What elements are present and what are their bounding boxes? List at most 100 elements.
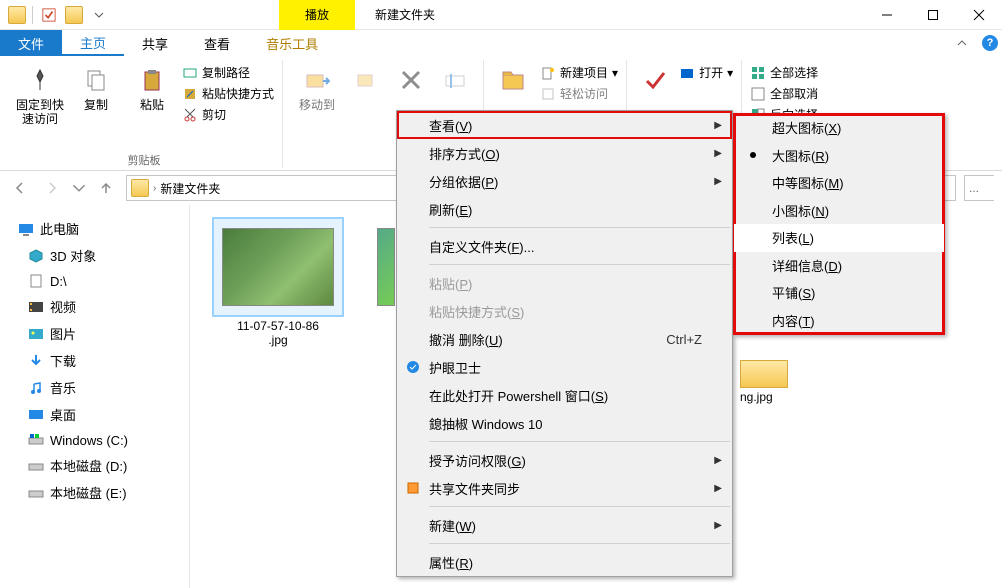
ctx-group[interactable]: 分组依据(P)▶ (397, 167, 732, 195)
submenu-small-icons[interactable]: 小图标(N) (734, 197, 944, 225)
tree-windows-c[interactable]: Windows (C:) (0, 428, 189, 452)
copy-path-button[interactable]: 复制路径 (182, 64, 274, 81)
easy-access-button[interactable]: 轻松访问 (540, 85, 618, 102)
select-none-button[interactable]: 全部取消 (750, 85, 818, 102)
submenu-tiles[interactable]: 平铺(S) (734, 279, 944, 307)
download-icon (28, 353, 44, 369)
tree-desktop[interactable]: 桌面 (0, 401, 189, 428)
submenu-details[interactable]: 详细信息(D) (734, 252, 944, 280)
sync-icon (405, 480, 421, 496)
chevron-right-icon[interactable]: › (153, 183, 156, 194)
forward-button[interactable] (40, 176, 64, 200)
ctx-powershell[interactable]: 在此处打开 Powershell 窗口(S) (397, 381, 732, 409)
copy-icon (82, 66, 110, 94)
submenu-extra-large-icons[interactable]: 超大图标(X) (734, 114, 944, 142)
move-to-button[interactable]: 移动到 (291, 60, 343, 112)
context-menu: 查看(V)▶ 排序方式(O)▶ 分组依据(P)▶ 刷新(E) 自定义文件夹(F)… (396, 110, 733, 577)
qat-dropdown-button[interactable] (89, 5, 109, 25)
paste-shortcut-button[interactable]: 粘贴快捷方式 (182, 85, 274, 102)
tree-local-d[interactable]: 本地磁盘 (D:) (0, 452, 189, 479)
copy-button[interactable]: 复制 (70, 60, 122, 112)
ribbon-group-clipboard: 固定到快 速访问 复制 粘贴 复制路径 粘贴快捷方式 剪切 剪贴板 (6, 60, 283, 168)
ribbon-collapse-button[interactable] (946, 30, 978, 56)
drive-icon (28, 458, 44, 474)
delete-icon (397, 66, 425, 94)
separator (429, 506, 730, 507)
context-tab-play[interactable]: 播放 (279, 0, 355, 30)
new-item-button[interactable]: 新建项目 ▾ (540, 64, 618, 81)
recent-dropdown-button[interactable] (72, 176, 86, 200)
paste-icon (138, 66, 166, 94)
paste-button[interactable]: 粘贴 (126, 60, 178, 112)
tree-videos[interactable]: 视频 (0, 293, 189, 320)
ctx-customize[interactable]: 自定义文件夹(F)... (397, 232, 732, 260)
nav-tree: 此电脑 3D 对象 D:\ 视频 图片 下载 音乐 桌面 Windows (C:… (0, 205, 190, 588)
copy-to-button[interactable] (347, 60, 387, 94)
thumbnail (740, 360, 788, 388)
chevron-right-icon: ▶ (714, 520, 722, 531)
pin-to-quick-access-button[interactable]: 固定到快 速访问 (14, 60, 66, 126)
tab-share[interactable]: 共享 (124, 30, 186, 56)
tab-file[interactable]: 文件 (0, 30, 62, 56)
qat-separator (32, 6, 33, 24)
scissors-icon (182, 107, 198, 123)
select-all-icon (750, 65, 766, 81)
clipboard-group-label: 剪贴板 (128, 150, 161, 168)
chevron-right-icon: ▶ (714, 483, 722, 494)
new-folder-qat-button[interactable] (65, 6, 83, 24)
file-item-partial[interactable] (376, 219, 396, 315)
ctx-win10[interactable]: 鎴抽椒 Windows 10 (397, 409, 732, 437)
submenu-large-icons[interactable]: 大图标(R) (734, 142, 944, 170)
ctx-share-sync[interactable]: 共享文件夹同步▶ (397, 474, 732, 502)
help-button[interactable]: ? (978, 30, 1002, 56)
tree-d-drive-short[interactable]: D:\ (0, 269, 189, 293)
properties-qat-button[interactable] (39, 5, 59, 25)
ctx-new[interactable]: 新建(W)▶ (397, 511, 732, 539)
tree-music[interactable]: 音乐 (0, 374, 189, 401)
desktop-icon (28, 407, 44, 423)
ctx-sort[interactable]: 排序方式(O)▶ (397, 139, 732, 167)
chevron-right-icon: ▶ (714, 148, 722, 159)
maximize-button[interactable] (910, 0, 956, 30)
delete-button[interactable] (391, 60, 431, 94)
open-button[interactable]: 打开 ▾ (679, 64, 733, 81)
submenu-medium-icons[interactable]: 中等图标(M) (734, 169, 944, 197)
properties-button[interactable] (635, 60, 675, 94)
open-icon (679, 65, 695, 81)
ctx-undo[interactable]: 撤消 删除(U)Ctrl+Z (397, 325, 732, 353)
ctx-eye-guard[interactable]: 护眼卫士 (397, 353, 732, 381)
submenu-list[interactable]: 列表(L) (734, 224, 944, 252)
tab-home[interactable]: 主页 (62, 30, 124, 56)
tree-pictures[interactable]: 图片 (0, 320, 189, 347)
ctx-grant-access[interactable]: 授予访问权限(G)▶ (397, 446, 732, 474)
search-box-truncated[interactable]: ... (964, 175, 994, 201)
pin-icon (26, 66, 54, 94)
ctx-view[interactable]: 查看(V)▶ (397, 111, 732, 139)
back-button[interactable] (8, 176, 32, 200)
close-button[interactable] (956, 0, 1002, 30)
tab-view[interactable]: 查看 (186, 30, 248, 56)
submenu-content[interactable]: 内容(T) (734, 307, 944, 335)
paste-shortcut-icon (182, 86, 198, 102)
tree-local-e[interactable]: 本地磁盘 (E:) (0, 479, 189, 506)
ctx-refresh[interactable]: 刷新(E) (397, 195, 732, 223)
select-all-button[interactable]: 全部选择 (750, 64, 818, 81)
tree-this-pc[interactable]: 此电脑 (0, 215, 189, 242)
tree-downloads[interactable]: 下载 (0, 347, 189, 374)
video-icon (28, 299, 44, 315)
tab-music-tools[interactable]: 音乐工具 (248, 30, 336, 56)
breadcrumb-current[interactable]: 新建文件夹 (160, 180, 220, 197)
checkmark-icon (641, 66, 669, 94)
minimize-button[interactable] (864, 0, 910, 30)
new-folder-button[interactable] (492, 60, 536, 94)
up-button[interactable] (94, 176, 118, 200)
ctx-paste-shortcut: 粘贴快捷方式(S) (397, 297, 732, 325)
new-folder-icon (500, 66, 528, 94)
file-item-behind[interactable]: ng.jpg (740, 360, 796, 394)
tree-3d-objects[interactable]: 3D 对象 (0, 242, 189, 269)
folder-icon (131, 179, 149, 197)
rename-button[interactable] (435, 60, 475, 94)
ctx-properties[interactable]: 属性(R) (397, 548, 732, 576)
title-bar: 播放 新建文件夹 (0, 0, 1002, 30)
cut-button[interactable]: 剪切 (182, 106, 274, 123)
